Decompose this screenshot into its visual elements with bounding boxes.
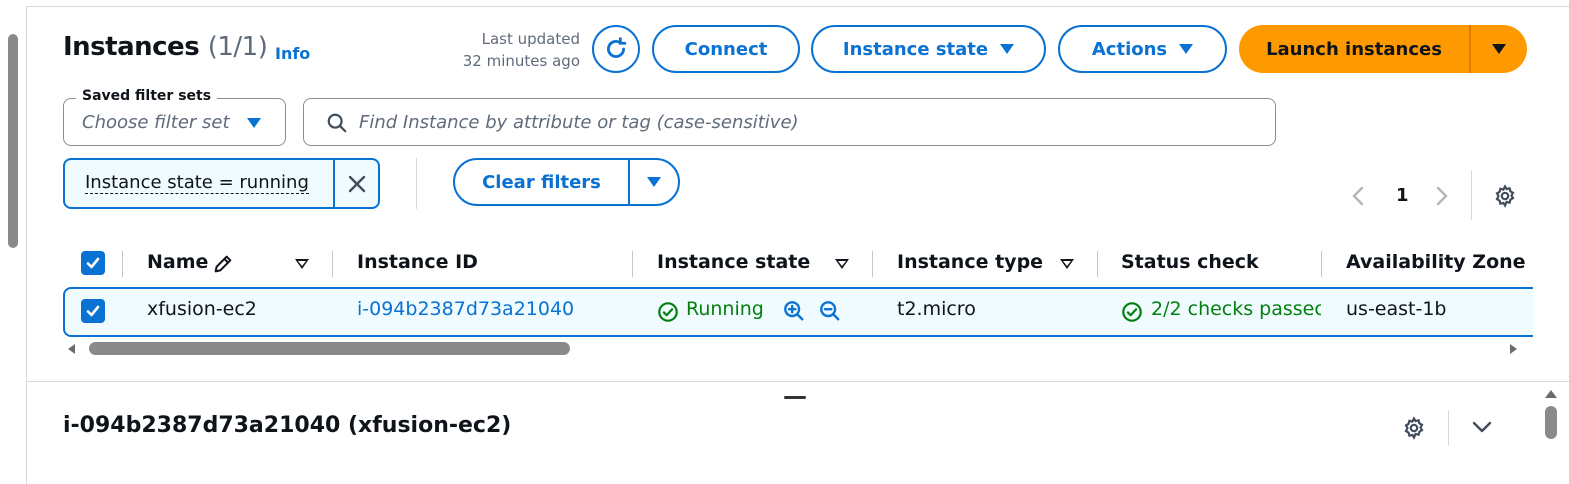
next-page-icon[interactable] bbox=[1436, 186, 1448, 206]
instance-state-label: Instance state bbox=[842, 38, 989, 60]
connect-label: Connect bbox=[684, 38, 768, 60]
vertical-scrollbar-thumb[interactable] bbox=[1545, 406, 1557, 439]
filter-token-label[interactable]: Instance state = running bbox=[65, 160, 333, 207]
column-separator bbox=[872, 251, 873, 277]
zoom-in-icon[interactable] bbox=[783, 300, 805, 322]
refresh-icon bbox=[607, 37, 627, 58]
clear-filters-options-button[interactable] bbox=[630, 160, 678, 204]
left-scrollbar-thumb[interactable] bbox=[8, 34, 18, 248]
caret-down-icon bbox=[647, 177, 661, 187]
cell-status-check: 2/2 checks passec bbox=[1151, 298, 1321, 320]
search-input[interactable]: Find Instance by attribute or tag (case-… bbox=[303, 98, 1276, 146]
sort-icon[interactable] bbox=[1060, 259, 1074, 269]
resize-handle[interactable] bbox=[784, 396, 806, 399]
last-updated-label: Last updated bbox=[481, 30, 580, 48]
clear-filters-button[interactable]: Clear filters bbox=[455, 160, 630, 204]
saved-filter-sets-select[interactable]: Saved filter sets Choose filter set bbox=[63, 88, 286, 146]
refresh-button[interactable] bbox=[592, 25, 640, 73]
column-separator bbox=[122, 251, 123, 277]
column-header-instance-type[interactable]: Instance type bbox=[897, 251, 1043, 273]
cell-instance-type: t2.micro bbox=[897, 298, 976, 320]
saved-filter-placeholder: Choose filter set bbox=[82, 112, 230, 133]
cell-availability-zone: us-east-1b bbox=[1346, 298, 1447, 320]
column-separator bbox=[632, 251, 633, 277]
actions-dropdown[interactable]: Actions bbox=[1058, 25, 1227, 73]
remove-filter-button[interactable] bbox=[333, 160, 378, 207]
column-separator bbox=[332, 251, 333, 277]
divider bbox=[1471, 170, 1472, 220]
instances-panel: Instances (1/1) Info Last updated 32 min… bbox=[0, 0, 1569, 484]
caret-down-icon bbox=[1000, 44, 1015, 54]
column-header-name[interactable]: Name bbox=[147, 251, 208, 273]
divider bbox=[416, 158, 417, 209]
column-header-instance-state[interactable]: Instance state bbox=[657, 251, 810, 273]
page-title-text: Instances bbox=[63, 32, 200, 62]
filter-token-text: Instance state = running bbox=[85, 172, 309, 194]
scroll-left-arrow[interactable] bbox=[68, 344, 75, 354]
panel-border-top bbox=[26, 6, 1569, 7]
divider bbox=[1448, 410, 1449, 446]
caret-down-icon bbox=[1492, 44, 1506, 54]
instance-count: (1/1) bbox=[207, 32, 268, 62]
column-header-instance-id[interactable]: Instance ID bbox=[357, 251, 478, 273]
launch-instances-button[interactable]: Launch instances bbox=[1239, 25, 1471, 73]
check-icon bbox=[86, 305, 100, 317]
edit-icon[interactable] bbox=[212, 253, 234, 275]
caret-down-icon bbox=[1179, 44, 1194, 54]
instance-state-dropdown[interactable]: Instance state bbox=[811, 25, 1046, 73]
saved-filter-sets-label: Saved filter sets bbox=[76, 88, 218, 104]
settings-icon[interactable] bbox=[1402, 416, 1426, 440]
split-divider bbox=[26, 381, 1569, 382]
clear-filters-split-button: Clear filters bbox=[453, 158, 680, 206]
column-separator bbox=[1097, 251, 1098, 277]
column-header-availability-zone[interactable]: Availability Zone bbox=[1346, 251, 1526, 273]
select-all-checkbox[interactable] bbox=[81, 251, 105, 275]
cell-instance-state: Running bbox=[686, 298, 764, 320]
search-icon bbox=[327, 113, 347, 133]
filter-token: Instance state = running bbox=[63, 158, 380, 209]
check-icon bbox=[86, 257, 100, 269]
page-title: Instances (1/1) bbox=[63, 32, 268, 62]
scroll-right-arrow[interactable] bbox=[1510, 344, 1517, 354]
detail-panel-title: i-094b2387d73a21040 (xfusion-ec2) bbox=[63, 413, 512, 438]
panel-border-left bbox=[26, 6, 27, 484]
sort-icon[interactable] bbox=[295, 259, 309, 269]
previous-page-icon[interactable] bbox=[1352, 186, 1364, 206]
launch-instances-split-button: Launch instances bbox=[1239, 25, 1527, 73]
chevron-down-icon[interactable] bbox=[1471, 418, 1493, 436]
close-icon bbox=[348, 175, 365, 192]
caret-down-icon bbox=[247, 118, 261, 128]
last-updated-time: 32 minutes ago bbox=[462, 52, 580, 70]
settings-icon[interactable] bbox=[1493, 184, 1517, 208]
launch-options-button[interactable] bbox=[1471, 25, 1527, 73]
scroll-up-arrow[interactable] bbox=[1545, 390, 1557, 398]
connect-button[interactable]: Connect bbox=[652, 25, 800, 73]
check-circle-icon bbox=[1122, 302, 1142, 322]
sort-icon[interactable] bbox=[835, 259, 849, 269]
info-link[interactable]: Info bbox=[275, 44, 310, 63]
column-header-status-check[interactable]: Status check bbox=[1121, 251, 1259, 273]
cell-instance-id-link[interactable]: i-094b2387d73a21040 bbox=[357, 298, 574, 320]
zoom-out-icon[interactable] bbox=[819, 300, 841, 322]
column-separator bbox=[1321, 251, 1322, 277]
cell-name: xfusion-ec2 bbox=[147, 298, 257, 320]
check-circle-icon bbox=[658, 302, 678, 322]
horizontal-scrollbar-thumb[interactable] bbox=[89, 342, 570, 355]
actions-label: Actions bbox=[1091, 38, 1168, 60]
page-number[interactable]: 1 bbox=[1396, 185, 1409, 206]
search-placeholder: Find Instance by attribute or tag (case-… bbox=[359, 112, 799, 133]
row-checkbox[interactable] bbox=[81, 299, 105, 323]
last-updated: Last updated 32 minutes ago bbox=[440, 28, 580, 72]
